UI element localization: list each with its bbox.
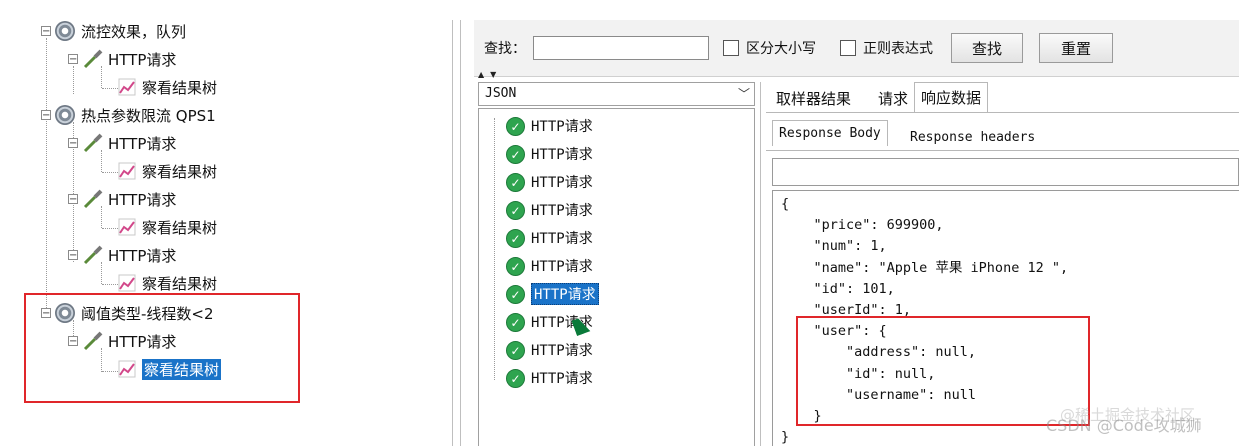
chart-icon [118, 78, 136, 96]
list-item[interactable]: ✓ HTTP请求 [506, 114, 593, 138]
case-sensitive-label: 区分大小写 [746, 41, 816, 57]
tree-node-http-request[interactable]: − HTTP请求 [68, 132, 176, 154]
success-shield-icon: ✓ [506, 284, 525, 304]
tree-node-http-request[interactable]: − HTTP请求 [68, 48, 176, 70]
list-item[interactable]: ✓ HTTP请求 [506, 338, 593, 362]
tab-response-data[interactable]: 响应数据 [914, 82, 989, 112]
search-label: 查找： [484, 41, 526, 57]
tree-node-label: 流控效果，队列 [81, 22, 187, 41]
pipette-icon [83, 133, 103, 153]
split-pane-divider[interactable] [452, 20, 453, 446]
success-shield-icon: ✓ [506, 228, 525, 248]
collapse-toggle-icon[interactable]: − [68, 54, 78, 65]
annotation-highlight-box [796, 316, 1090, 426]
search-input[interactable] [533, 36, 709, 60]
chart-icon [118, 218, 136, 236]
pipette-icon [83, 245, 103, 265]
renderer-select[interactable]: JSON ﹀ [478, 82, 755, 106]
split-pane-divider[interactable] [760, 82, 761, 446]
tree-node-label: HTTP请求 [108, 50, 177, 69]
collapse-toggle-icon[interactable]: − [68, 250, 78, 261]
list-item[interactable]: ✓ HTTP请求 [506, 142, 593, 166]
reset-button[interactable]: 重置 [1039, 33, 1113, 63]
list-item-selected[interactable]: ✓ HTTP请求 [506, 282, 599, 306]
regex-checkbox[interactable] [840, 40, 856, 56]
chart-icon [118, 274, 136, 292]
tab-divider [766, 112, 1239, 113]
tree-node-view-results-tree[interactable]: 察看结果树 [118, 160, 217, 182]
tab-response-body[interactable]: Response Body [772, 120, 888, 146]
pipette-icon [83, 189, 103, 209]
find-button[interactable]: 查找 [951, 33, 1023, 63]
collapse-toggle-icon[interactable]: − [41, 110, 51, 121]
tab-request[interactable]: 请求 [872, 84, 914, 112]
success-shield-icon: ✓ [506, 200, 525, 220]
collapse-toggle-icon[interactable]: − [41, 26, 51, 37]
tree-node-label: HTTP请求 [108, 134, 177, 153]
list-item[interactable]: ✓ HTTP请求 [506, 198, 593, 222]
gear-icon [55, 105, 75, 125]
tree-node-label: 察看结果树 [142, 162, 218, 181]
list-item[interactable]: ✓ HTTP请求 [506, 366, 593, 390]
tree-node-label: 察看结果树 [142, 78, 218, 97]
regex-label: 正则表达式 [863, 41, 933, 57]
response-search-field[interactable] [772, 158, 1239, 186]
chart-icon [118, 162, 136, 180]
success-shield-icon: ✓ [506, 368, 525, 388]
gear-icon [55, 21, 75, 41]
tab-sampler-result[interactable]: 取样器结果 [770, 84, 857, 112]
watermark-csdn: CSDN @Code攻城狮 [1046, 416, 1202, 435]
tree-node-label: HTTP请求 [108, 246, 177, 265]
tree-node-thread-group[interactable]: − 流控效果，队列 [41, 20, 186, 42]
collapse-toggle-icon[interactable]: − [68, 138, 78, 149]
tree-node-view-results-tree[interactable]: 察看结果树 [118, 272, 217, 294]
chevron-down-icon: ﹀ [737, 87, 750, 101]
tree-node-label: HTTP请求 [108, 190, 177, 209]
tree-node-label: 热点参数限流 QPS1 [81, 106, 216, 125]
list-item[interactable]: ✓ HTTP请求 [506, 170, 593, 194]
tree-node-view-results-tree[interactable]: 察看结果树 [118, 76, 217, 98]
tree-node-view-results-tree[interactable]: 察看结果树 [118, 216, 217, 238]
tab-response-headers[interactable]: Response headers [904, 124, 1041, 150]
success-shield-icon: ✓ [506, 172, 525, 192]
renderer-select-value: JSON [485, 86, 517, 101]
list-item[interactable]: ✓ HTTP请求 [506, 226, 593, 250]
split-pane-divider [460, 20, 461, 446]
tree-node-label: 察看结果树 [142, 218, 218, 237]
tree-node-http-request[interactable]: − HTTP请求 [68, 244, 176, 266]
success-shield-icon: ✓ [506, 144, 525, 164]
pipette-icon [83, 49, 103, 69]
tree-node-label: 察看结果树 [142, 274, 218, 293]
annotation-highlight-box [24, 293, 300, 403]
tree-node-thread-group[interactable]: − 热点参数限流 QPS1 [41, 104, 216, 126]
case-sensitive-checkbox[interactable] [723, 40, 739, 56]
collapse-toggle-icon[interactable]: − [68, 194, 78, 205]
success-shield-icon: ✓ [506, 256, 525, 276]
success-shield-icon: ✓ [506, 312, 525, 332]
list-item[interactable]: ✓ HTTP请求 [506, 254, 593, 278]
collapse-arrows-icon[interactable]: ▲▼ [478, 70, 502, 79]
tree-node-http-request[interactable]: − HTTP请求 [68, 188, 176, 210]
success-shield-icon: ✓ [506, 340, 525, 360]
success-shield-icon: ✓ [506, 116, 525, 136]
subtab-divider [766, 150, 1239, 151]
